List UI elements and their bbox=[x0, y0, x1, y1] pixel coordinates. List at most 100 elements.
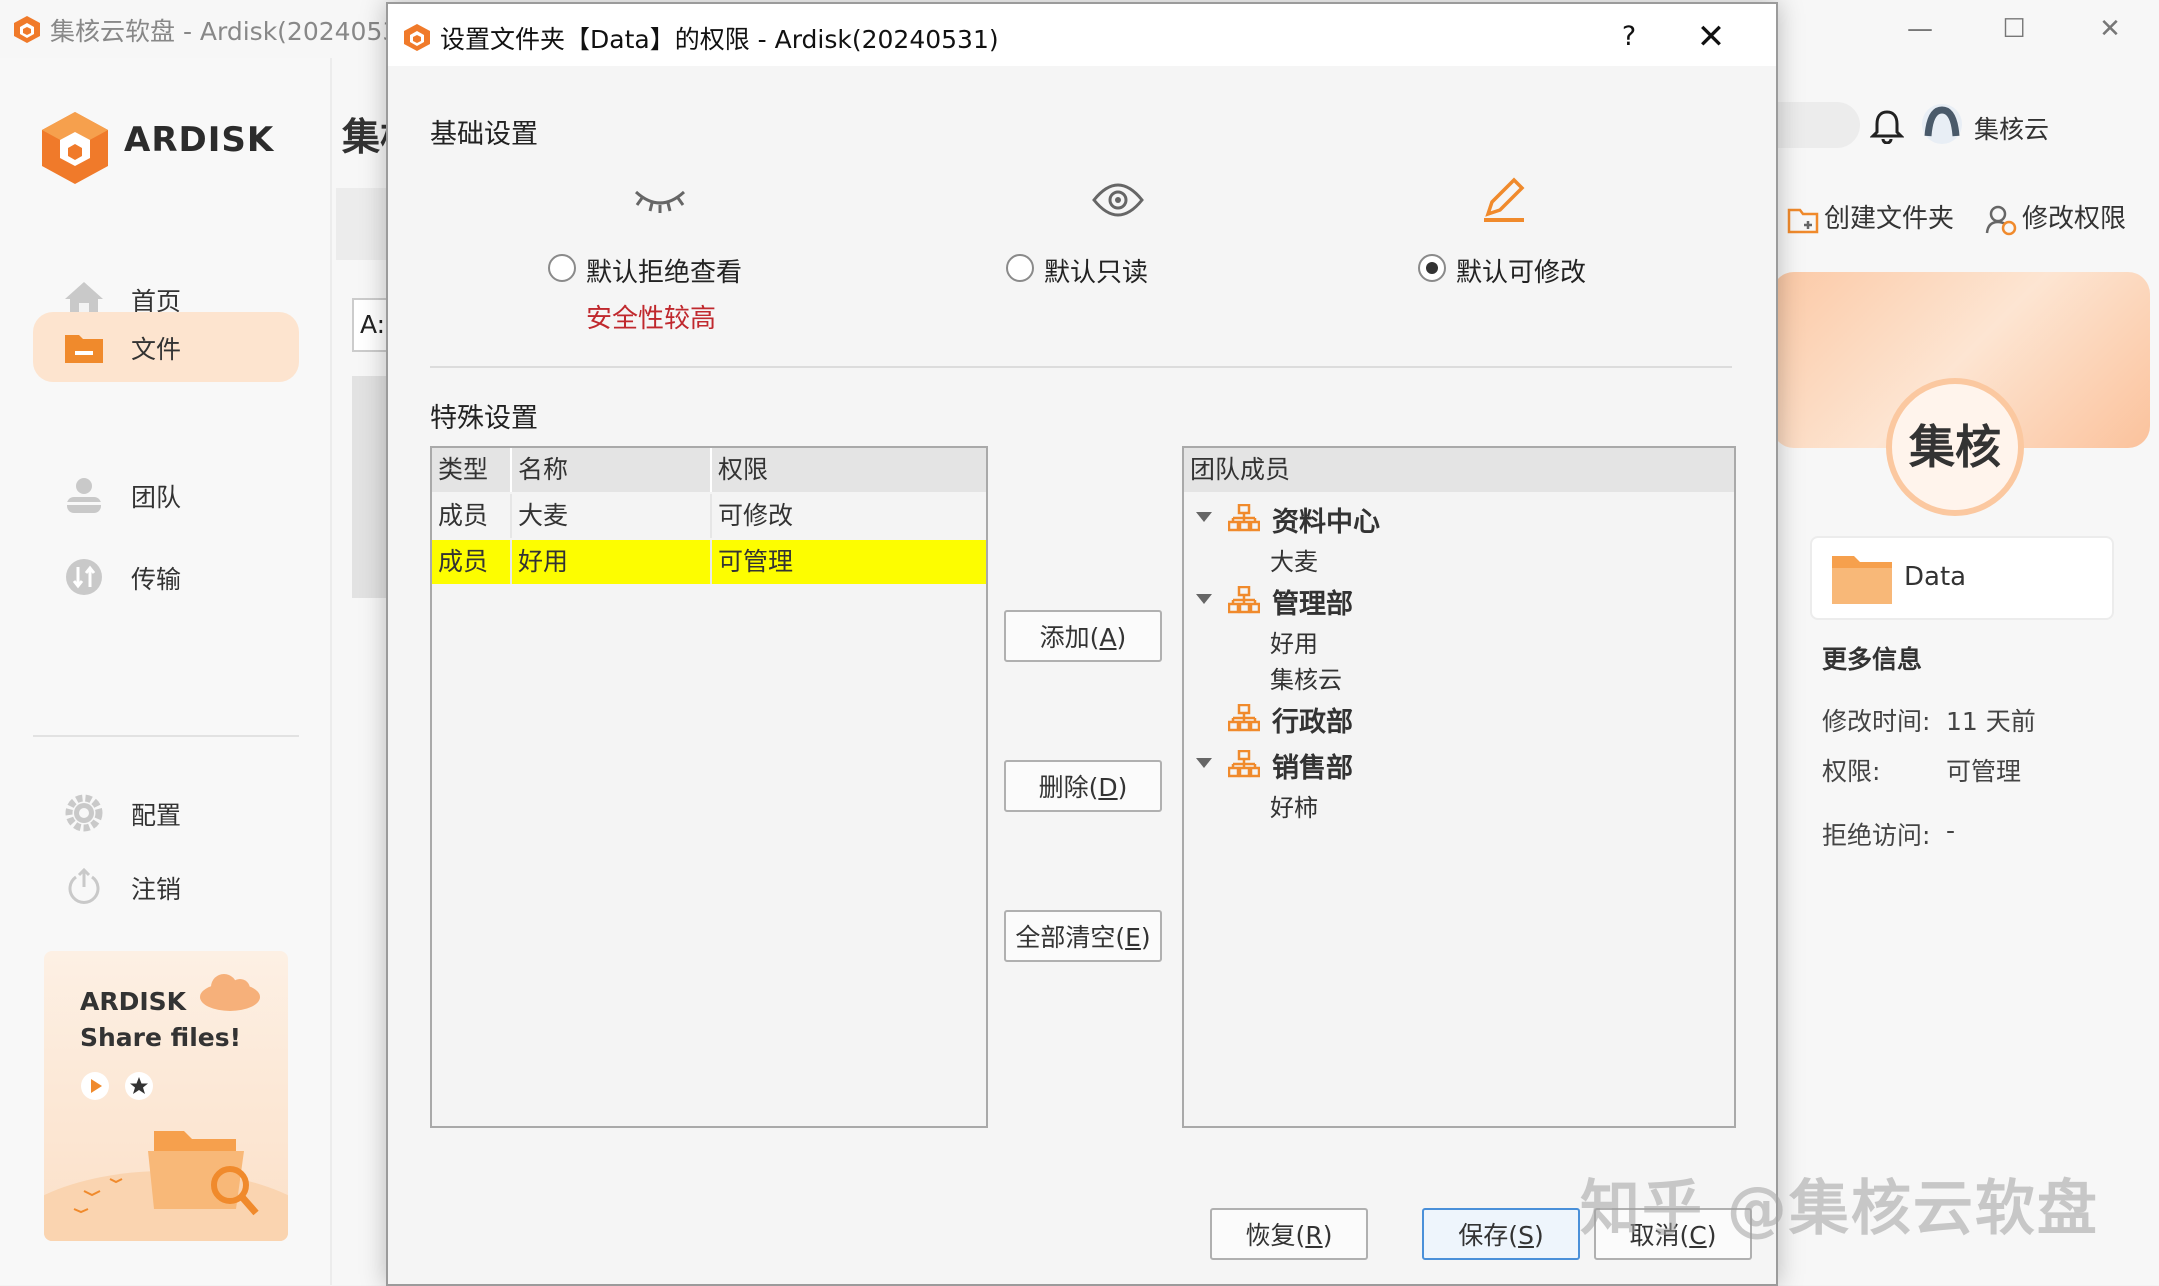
info-row-modified: 修改时间: 11 天前 bbox=[1822, 702, 2036, 738]
cloud-icon bbox=[200, 974, 260, 1011]
tree-member[interactable]: 好用 bbox=[1270, 624, 1318, 659]
tree-member[interactable]: 大麦 bbox=[1270, 542, 1318, 577]
radio-read-only[interactable] bbox=[1006, 254, 1034, 282]
folder-icon bbox=[1832, 556, 1892, 604]
modify-permission-button[interactable]: 修改权限 bbox=[1984, 198, 2126, 238]
shortcut-key: S bbox=[1518, 1221, 1534, 1250]
search-input[interactable] bbox=[1772, 102, 1860, 148]
ardisk-logo-icon bbox=[42, 112, 108, 184]
team-icon bbox=[67, 478, 101, 513]
sidebar-item-transfer[interactable]: 传输 bbox=[33, 542, 299, 612]
table-header: 类型 名称 权限 bbox=[432, 448, 986, 492]
folder-add-icon bbox=[1787, 208, 1819, 233]
help-button[interactable]: ? bbox=[1606, 14, 1652, 60]
info-row-denied: 拒绝访问: - bbox=[1822, 816, 1955, 852]
bell-icon[interactable] bbox=[1870, 108, 1904, 144]
gear-icon bbox=[65, 794, 103, 832]
close-window-button[interactable]: ✕ bbox=[2080, 8, 2140, 50]
cell-name: 大麦 bbox=[512, 494, 712, 538]
sidebar-item-label: 注销 bbox=[131, 875, 182, 904]
cell-type: 成员 bbox=[432, 494, 512, 538]
button-text: 保存( bbox=[1458, 1221, 1519, 1250]
option-label: 默认拒绝查看 bbox=[586, 258, 743, 288]
button-text: 全部清空( bbox=[1015, 923, 1126, 952]
tree-group-label: 行政部 bbox=[1272, 707, 1353, 738]
eye-icon bbox=[1092, 183, 1144, 217]
sidebar-item-files[interactable]: 文件 bbox=[33, 312, 299, 382]
user-permission-icon bbox=[1985, 205, 2017, 235]
sidebar-item-logout[interactable]: 注销 bbox=[33, 852, 299, 922]
option-read-only[interactable]: 默认只读 bbox=[1006, 174, 1306, 344]
eye-closed-icon bbox=[634, 190, 686, 213]
sidebar-item-label: 团队 bbox=[131, 483, 182, 512]
option-label: 默认可修改 bbox=[1456, 258, 1587, 288]
basic-settings-title: 基础设置 bbox=[430, 119, 538, 150]
star-icon bbox=[125, 1072, 153, 1100]
tree-header-label: 团队成员 bbox=[1190, 455, 1291, 484]
button-paren: ) bbox=[1322, 1221, 1333, 1250]
add-button[interactable]: 添加(A) bbox=[1004, 610, 1162, 662]
table-row[interactable]: 成员 大麦 可修改 bbox=[432, 494, 986, 538]
button-paren: ) bbox=[1140, 923, 1151, 952]
watermark: 知乎 @集核云软盘 bbox=[1580, 1174, 2099, 1244]
folder-card[interactable]: Data bbox=[1810, 536, 2114, 620]
save-button[interactable]: 保存(S) bbox=[1422, 1208, 1580, 1260]
sidebar-item-settings[interactable]: 配置 bbox=[33, 778, 299, 848]
column-header-permission[interactable]: 权限 bbox=[712, 448, 986, 492]
org-chart-icon bbox=[1228, 704, 1260, 732]
maximize-button[interactable]: ☐ bbox=[1984, 8, 2044, 50]
delete-button[interactable]: 删除(D) bbox=[1004, 760, 1162, 812]
promo-title: ARDISK bbox=[80, 987, 187, 1016]
promo-card[interactable]: ARDISK Share files! bbox=[44, 951, 288, 1241]
security-note: 安全性较高 bbox=[586, 304, 717, 334]
info-label: 修改时间: bbox=[1822, 707, 1931, 736]
permission-table[interactable]: 类型 名称 权限 成员 大麦 可修改 成员 好用 可管理 bbox=[430, 446, 988, 1128]
main-window-title: 集核云软盘 - Ardisk(20240531 bbox=[50, 17, 415, 46]
sidebar-item-label: 配置 bbox=[131, 801, 182, 830]
dialog-title: 设置文件夹【Data】的权限 - Ardisk(20240531) bbox=[440, 25, 999, 54]
tree-group-data-center[interactable]: 资料中心 bbox=[1184, 498, 1724, 538]
create-folder-button[interactable]: 创建文件夹 bbox=[1786, 198, 1954, 238]
sidebar-item-label: 传输 bbox=[131, 565, 182, 594]
team-member-tree[interactable]: 团队成员 资料中心 大麦 管理部 好用 集核云 行政部 销售部 好柿 bbox=[1182, 446, 1736, 1128]
option-label: 默认只读 bbox=[1044, 258, 1149, 288]
tree-group-admin[interactable]: 行政部 bbox=[1184, 698, 1724, 738]
sidebar-item-team[interactable]: 团队 bbox=[33, 460, 299, 530]
shortcut-key: R bbox=[1305, 1221, 1323, 1250]
sidebar-divider bbox=[33, 735, 299, 737]
radio-modifiable[interactable] bbox=[1418, 254, 1446, 282]
tree-group-sales[interactable]: 销售部 bbox=[1184, 744, 1724, 784]
column-header-type[interactable]: 类型 bbox=[432, 448, 512, 492]
shortcut-key: E bbox=[1125, 923, 1141, 952]
folder-icon bbox=[65, 335, 103, 363]
user-name: 集核云 bbox=[1974, 115, 2050, 144]
button-text: 恢复( bbox=[1245, 1221, 1306, 1250]
expand-caret-icon[interactable] bbox=[1196, 512, 1212, 522]
option-deny-view[interactable]: 默认拒绝查看 安全性较高 bbox=[548, 174, 848, 344]
tree-group-management[interactable]: 管理部 bbox=[1184, 580, 1724, 620]
app-logo-icon bbox=[404, 24, 430, 51]
clear-all-button[interactable]: 全部清空(E) bbox=[1004, 910, 1162, 962]
column-header-name[interactable]: 名称 bbox=[512, 448, 712, 492]
button-text: 删除( bbox=[1038, 773, 1099, 802]
detail-panel: 集核云 创建文件夹 修改权限 集核 Data 更多信息 修改时间: 11 天前 … bbox=[1772, 58, 2159, 1285]
dialog-close-button[interactable]: ✕ bbox=[1688, 14, 1734, 60]
expand-caret-icon[interactable] bbox=[1196, 594, 1212, 604]
tree-member[interactable]: 集核云 bbox=[1270, 660, 1342, 695]
sidebar-item-label: 文件 bbox=[131, 335, 182, 364]
option-modifiable[interactable]: 默认可修改 bbox=[1418, 174, 1718, 344]
avatar[interactable] bbox=[1920, 102, 1964, 146]
sidebar: ARDISK 首页 文件 团队 传输 配置 注销 ARDISK Share fi… bbox=[0, 58, 332, 1285]
radio-deny-view[interactable] bbox=[548, 254, 576, 282]
more-info-title: 更多信息 bbox=[1822, 645, 1923, 674]
info-value: - bbox=[1946, 816, 1956, 845]
minimize-button[interactable]: — bbox=[1890, 8, 1950, 50]
restore-button[interactable]: 恢复(R) bbox=[1210, 1208, 1368, 1260]
info-label: 拒绝访问: bbox=[1822, 821, 1931, 850]
cell-permission: 可管理 bbox=[718, 547, 794, 576]
tree-member[interactable]: 好柿 bbox=[1270, 788, 1318, 823]
pencil-icon bbox=[1484, 177, 1525, 222]
table-row-selected[interactable]: 成员 好用 可管理 bbox=[432, 540, 986, 584]
folder-search-illustration-icon bbox=[44, 1131, 288, 1241]
expand-caret-icon[interactable] bbox=[1196, 758, 1212, 768]
